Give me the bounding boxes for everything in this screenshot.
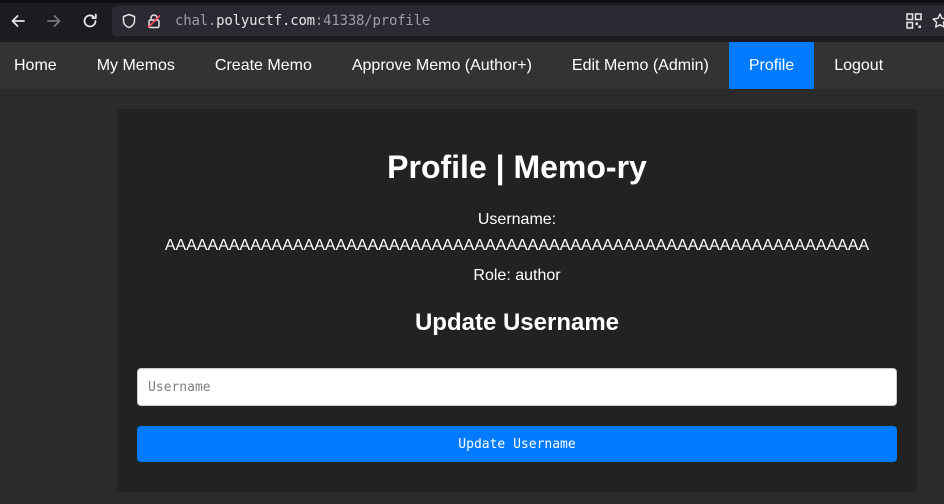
nav-create-memo[interactable]: Create Memo — [195, 42, 332, 89]
update-username-heading: Update Username — [414, 309, 620, 336]
star-icon[interactable] — [928, 9, 944, 33]
role-text: Role: author — [473, 267, 561, 284]
url-text[interactable]: chal.polyuctf.com:41338/profile — [175, 13, 430, 29]
username-label: Username: — [477, 211, 557, 228]
insecure-lock-icon[interactable] — [145, 12, 163, 30]
nav-logout[interactable]: Logout — [814, 42, 903, 89]
main-navbar: Home My Memos Create Memo Approve Memo (… — [0, 42, 944, 89]
address-bar[interactable]: chal.polyuctf.com:41338/profile — [112, 6, 944, 36]
reload-icon[interactable] — [78, 9, 102, 33]
profile-card: Profile | Memo-ry Username: AAAAAAAAAAAA… — [117, 109, 917, 492]
nav-edit-memo[interactable]: Edit Memo (Admin) — [552, 42, 729, 89]
url-prefix: chal. — [175, 13, 217, 29]
url-host: polyuctf.com — [216, 13, 315, 29]
url-path: :41338/profile — [314, 13, 431, 29]
shield-icon[interactable] — [120, 12, 138, 30]
update-username-button[interactable]: Update Username — [137, 426, 897, 462]
nav-profile[interactable]: Profile — [728, 42, 815, 89]
nav-my-memos[interactable]: My Memos — [77, 42, 195, 89]
forward-icon[interactable] — [42, 9, 66, 33]
page-title: Profile | Memo-ry — [387, 149, 647, 185]
browser-toolbar: chal.polyuctf.com:41338/profile — [0, 0, 944, 42]
back-icon[interactable] — [6, 9, 30, 33]
username-value: AAAAAAAAAAAAAAAAAAAAAAAAAAAAAAAAAAAAAAAA… — [164, 237, 870, 254]
nav-home[interactable]: Home — [0, 42, 77, 89]
username-input[interactable] — [137, 368, 897, 406]
nav-approve-memo[interactable]: Approve Memo (Author+) — [332, 42, 552, 89]
qr-code-icon[interactable] — [902, 9, 926, 33]
